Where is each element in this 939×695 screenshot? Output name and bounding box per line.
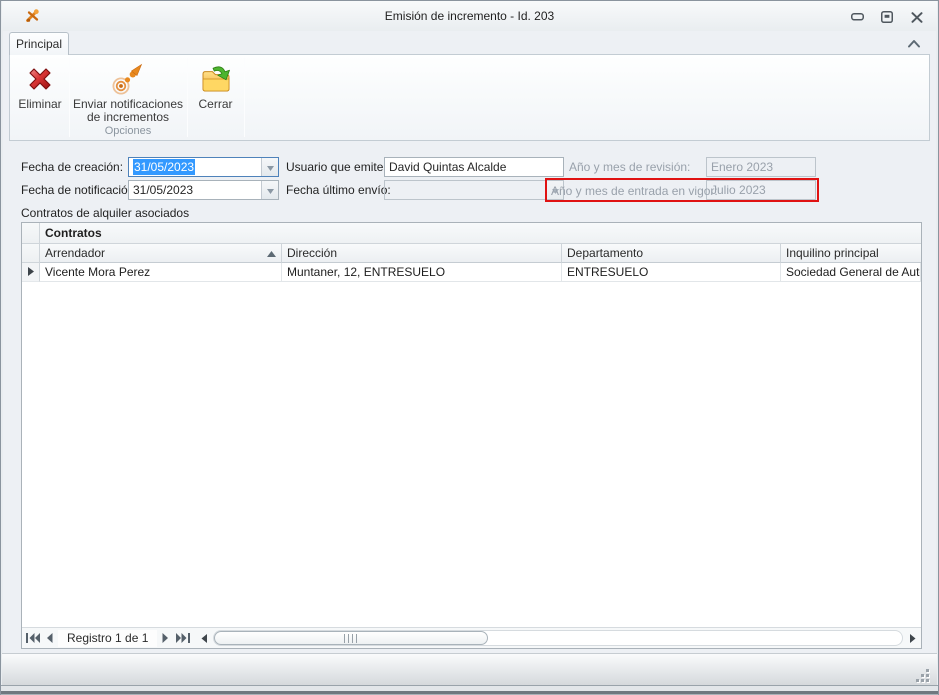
red-x-icon [23, 60, 57, 98]
chevron-down-icon [266, 183, 274, 197]
grid-section-caption: Contratos de alquiler asociados [21, 206, 190, 220]
vigor-input: Julio 2023 [706, 180, 816, 200]
enviar-notificaciones-label: Enviar notificaciones de incrementos [72, 97, 184, 124]
contratos-grid: Contratos Arrendador Dirección Departame… [21, 222, 922, 649]
fecha-creacion-value: 31/05/2023 [133, 159, 196, 175]
sort-asc-icon [267, 244, 276, 262]
cell-direccion[interactable]: Muntaner, 12, ENTRESUELO [282, 263, 562, 282]
first-record-button[interactable] [24, 631, 41, 646]
fecha-notificacion-dropdown-button[interactable] [261, 181, 278, 199]
usuario-emite-label: Usuario que emite: [286, 160, 387, 174]
window-title: Emisión de incremento - Id. 203 [384, 9, 555, 23]
resize-grip[interactable] [915, 668, 929, 682]
row-indicator-cell [22, 263, 40, 282]
cell-departamento[interactable]: ENTRESUELO [562, 263, 781, 282]
usuario-emite-value: David Quintas Alcalde [389, 160, 507, 174]
tab-principal-label: Principal [15, 37, 63, 51]
tab-principal[interactable]: Principal [9, 32, 69, 55]
previous-record-button[interactable] [41, 631, 58, 646]
enviar-notificaciones-button[interactable]: Enviar notificaciones de incrementos [70, 57, 186, 125]
cerrar-button[interactable]: Cerrar [188, 57, 243, 125]
revision-label: Año y mes de revisión: [569, 160, 691, 174]
close-button[interactable] [907, 9, 927, 25]
broadcast-arrow-icon [111, 60, 145, 98]
fecha-creacion-dropdown-button[interactable] [261, 158, 278, 176]
ultimo-envio-value [385, 181, 546, 199]
group-caption-opciones: Opciones [104, 125, 152, 137]
last-record-button[interactable] [174, 631, 191, 646]
fecha-notificacion-value: 31/05/2023 [133, 183, 194, 197]
column-header-departamento[interactable]: Departamento [562, 244, 781, 263]
minimize-button[interactable] [847, 9, 867, 25]
scrollbar-grip-icon [344, 633, 359, 643]
window-bottom-border [1, 685, 938, 695]
fecha-creacion-input[interactable]: 31/05/2023 [128, 157, 279, 177]
ribbon: Eliminar Enviar notificaciones de increm… [9, 54, 930, 141]
ribbon-collapse-button[interactable] [906, 38, 922, 50]
scroll-left-button[interactable] [197, 631, 210, 646]
record-indicator: Registro 1 de 1 [58, 629, 158, 647]
fecha-notificacion-input[interactable]: 31/05/2023 [128, 180, 279, 200]
grid-band-row: Contratos [22, 223, 921, 244]
chevron-up-icon [907, 37, 921, 51]
revision-value: Enero 2023 [711, 160, 774, 174]
vigor-value: Julio 2023 [711, 183, 766, 197]
restore-button[interactable] [877, 9, 897, 25]
cell-arrendador[interactable]: Vicente Mora Perez [40, 263, 282, 282]
row-indicator-header [22, 244, 40, 263]
cell-inquilino-principal[interactable]: Sociedad General de Autores [781, 263, 921, 282]
table-row[interactable]: Vicente Mora Perez Muntaner, 12, ENTRESU… [22, 263, 921, 282]
fecha-notificacion-label: Fecha de notificación: [21, 183, 138, 197]
record-navigator: Registro 1 de 1 [22, 627, 921, 648]
eliminar-button[interactable]: Eliminar [12, 57, 68, 125]
usuario-emite-input[interactable]: David Quintas Alcalde [384, 157, 564, 177]
horizontal-scrollbar[interactable] [213, 630, 903, 646]
chevron-down-icon [266, 160, 274, 174]
grid-header-row: Arrendador Dirección Departamento Inquil… [22, 244, 921, 263]
revision-input: Enero 2023 [706, 157, 816, 177]
column-header-direccion[interactable]: Dirección [282, 244, 562, 263]
row-arrow-icon [27, 265, 34, 279]
title-bar: Emisión de incremento - Id. 203 [2, 1, 937, 31]
eliminar-label: Eliminar [18, 97, 62, 111]
scroll-right-button[interactable] [906, 631, 919, 646]
column-header-arrendador[interactable]: Arrendador [40, 244, 282, 263]
ultimo-envio-label: Fecha último envío: [286, 183, 391, 197]
vigor-label: Año y mes de entrada en vigor: [551, 184, 718, 198]
band-header-contratos: Contratos [40, 223, 921, 244]
column-header-inquilino-principal[interactable]: Inquilino principal [781, 244, 921, 263]
cerrar-label: Cerrar [198, 97, 233, 111]
fecha-creacion-label: Fecha de creación: [21, 160, 124, 174]
scrollbar-thumb[interactable] [214, 631, 489, 645]
window: Emisión de incremento - Id. 203 Principa… [0, 0, 939, 695]
ultimo-envio-input [384, 180, 564, 200]
next-record-button[interactable] [157, 631, 174, 646]
folder-arrow-icon [199, 60, 233, 98]
row-indicator-header [22, 223, 40, 244]
status-bar [2, 653, 937, 685]
ribbon-separator [244, 58, 245, 137]
